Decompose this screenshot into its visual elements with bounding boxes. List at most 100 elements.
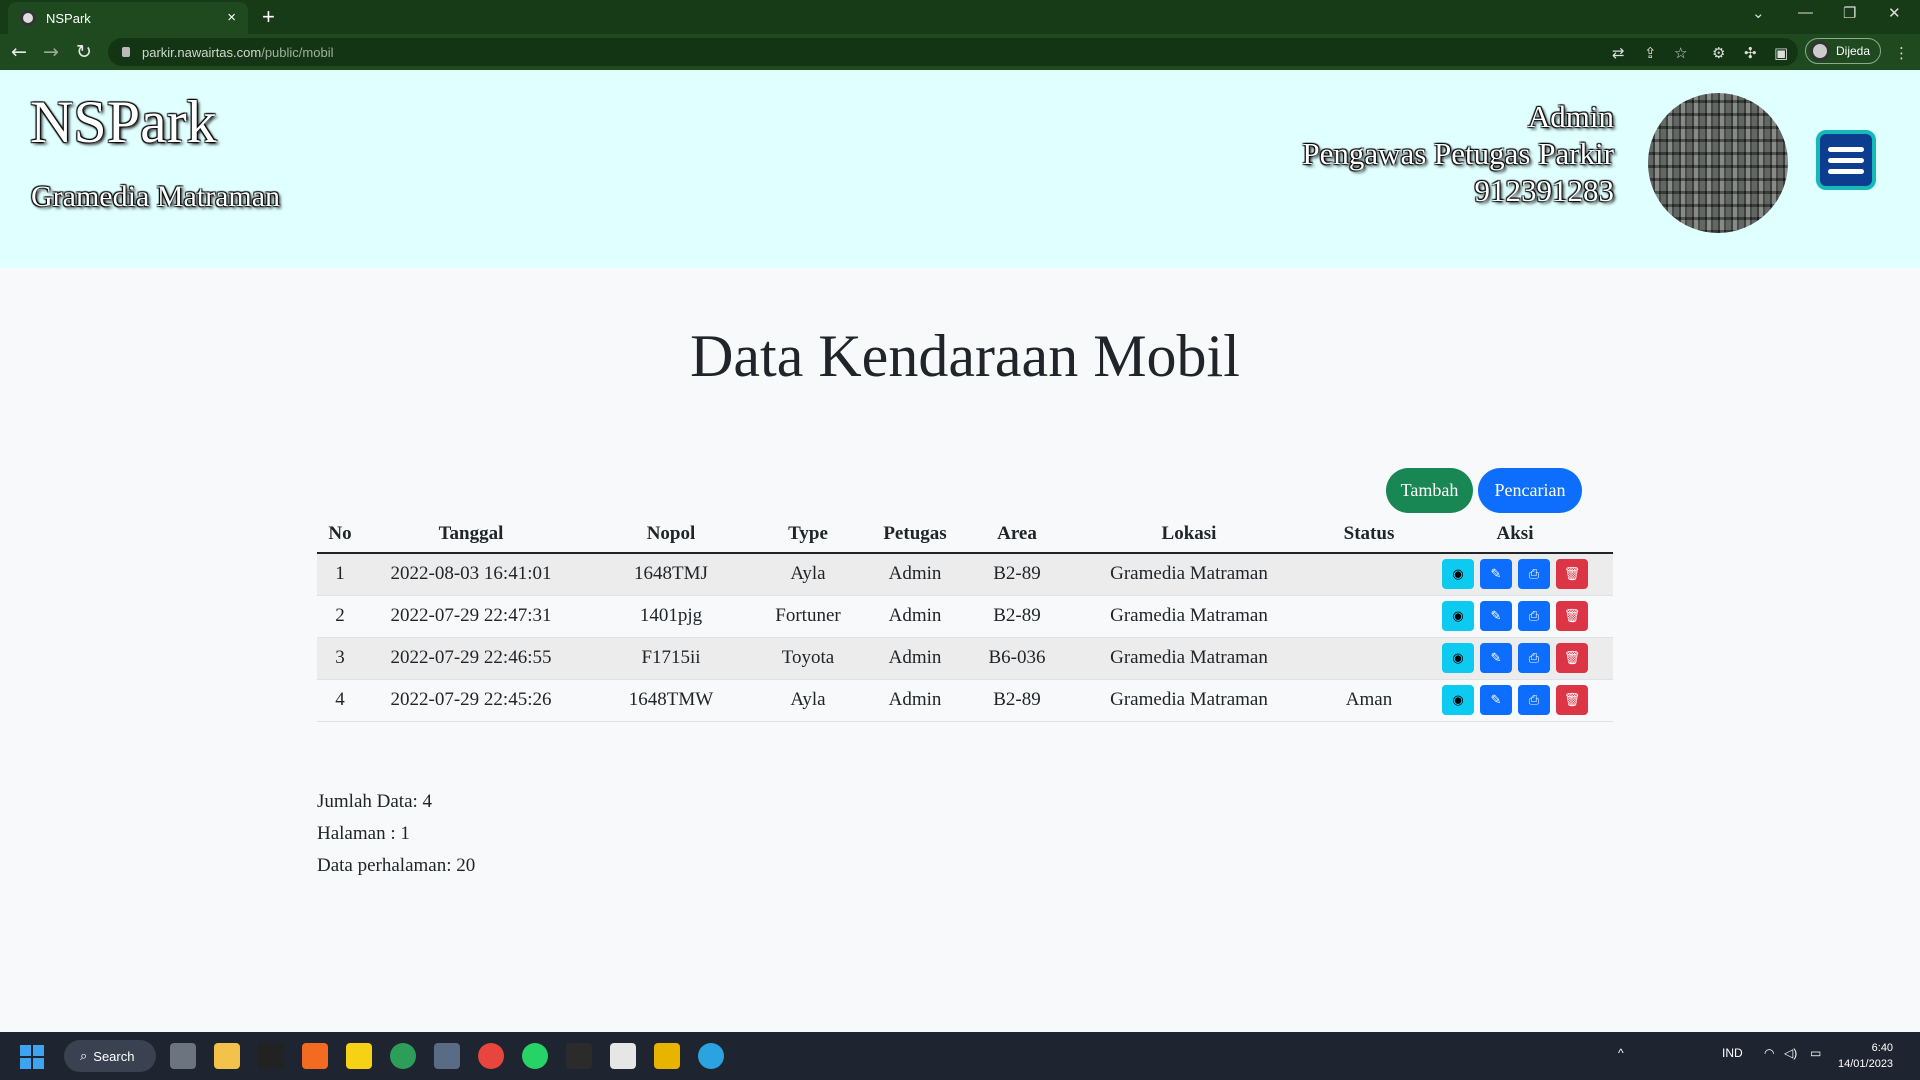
taskbar-search-label: Search xyxy=(93,1048,135,1064)
col-aksi: Aksi xyxy=(1417,515,1613,554)
cell-status xyxy=(1321,637,1417,680)
minimize-icon[interactable]: — xyxy=(1798,4,1813,21)
eye-icon: ◉ xyxy=(1452,566,1464,582)
volume-icon[interactable]: ◁) xyxy=(1784,1046,1797,1060)
puzzle-icon[interactable]: ✣ xyxy=(1744,44,1757,62)
url-host: parkir.nawairtas.com xyxy=(142,44,262,60)
warning-icon[interactable] xyxy=(654,1043,680,1069)
calculator-icon[interactable] xyxy=(434,1043,460,1069)
view-button[interactable]: ◉ xyxy=(1442,559,1474,590)
delete-button[interactable]: 🗑 xyxy=(1556,643,1588,673)
new-tab-button[interactable]: + xyxy=(262,4,275,30)
summary-per-page: Data perhalaman: 20 xyxy=(317,855,476,876)
cell-nopol: 1648TMJ xyxy=(579,553,763,596)
more-menu-icon[interactable]: ⋮ xyxy=(1894,44,1909,62)
share-icon[interactable]: ⇪ xyxy=(1644,44,1657,62)
cell-aksi: ◉ ✎ ⎙ 🗑 xyxy=(1417,553,1613,596)
app-icon[interactable] xyxy=(258,1043,284,1069)
system-clock[interactable]: 6:40 14/01/2023 xyxy=(1838,1040,1893,1072)
close-window-icon[interactable]: ✕ xyxy=(1888,4,1901,22)
browser-tab[interactable]: NSPark × xyxy=(8,2,248,34)
close-tab-icon[interactable]: × xyxy=(227,9,236,26)
col-status: Status xyxy=(1321,515,1417,554)
edge-icon[interactable] xyxy=(390,1043,416,1069)
sticky-notes-icon[interactable] xyxy=(346,1043,372,1069)
reload-icon[interactable]: ↻ xyxy=(76,41,92,63)
telegram-icon[interactable] xyxy=(698,1043,724,1069)
edit-button[interactable]: ✎ xyxy=(1480,685,1512,715)
cell-lokasi: Gramedia Matraman xyxy=(1057,553,1321,596)
terminal-icon[interactable] xyxy=(566,1043,592,1069)
taskbar-search[interactable]: ⌕ Search xyxy=(64,1040,156,1072)
cell-petugas: Admin xyxy=(853,679,977,722)
lock-icon xyxy=(122,47,130,57)
user-role: Admin xyxy=(1527,99,1614,134)
print-button[interactable]: ⎙ xyxy=(1518,559,1550,590)
tab-search-icon[interactable]: ⌄ xyxy=(1752,4,1765,22)
cell-tanggal: 2022-07-29 22:45:26 xyxy=(363,679,579,722)
wifi-icon[interactable]: ◠ xyxy=(1764,1046,1774,1060)
restore-icon[interactable]: ❐ xyxy=(1843,4,1856,22)
print-button[interactable]: ⎙ xyxy=(1518,601,1550,631)
xampp-icon[interactable] xyxy=(302,1043,328,1069)
back-icon[interactable]: ← xyxy=(11,41,27,63)
address-bar[interactable]: parkir.nawairtas.com/public/mobil xyxy=(108,38,1798,66)
edit-button[interactable]: ✎ xyxy=(1480,601,1512,631)
print-icon: ⎙ xyxy=(1528,566,1540,582)
whatsapp-icon[interactable] xyxy=(522,1043,548,1069)
col-tanggal: Tanggal xyxy=(363,515,579,554)
brand-title[interactable]: NSPark xyxy=(30,88,217,157)
view-button[interactable]: ◉ xyxy=(1442,685,1474,715)
tray-chevron-icon[interactable]: ^ xyxy=(1618,1046,1624,1060)
cell-nopol: 1648TMW xyxy=(579,679,763,722)
hamburger-menu-button[interactable] xyxy=(1816,130,1876,190)
cell-area: B2-89 xyxy=(977,553,1057,596)
task-view-icon[interactable] xyxy=(170,1043,196,1069)
eye-icon: ◉ xyxy=(1452,650,1464,666)
delete-button[interactable]: 🗑 xyxy=(1556,601,1588,631)
col-area: Area xyxy=(977,515,1057,554)
view-button[interactable]: ◉ xyxy=(1442,601,1474,631)
notepad-icon[interactable] xyxy=(610,1043,636,1069)
avatar[interactable] xyxy=(1648,93,1788,233)
cell-tanggal: 2022-08-03 16:41:01 xyxy=(363,553,579,596)
chrome-icon[interactable] xyxy=(478,1043,504,1069)
user-edit-icon: ✎ xyxy=(1490,608,1502,624)
profile-button[interactable]: Dijeda xyxy=(1805,38,1881,64)
battery-icon[interactable]: ▭ xyxy=(1810,1046,1821,1060)
col-no: No xyxy=(317,515,363,554)
col-petugas: Petugas xyxy=(853,515,977,554)
add-button[interactable]: Tambah xyxy=(1386,468,1473,513)
print-button[interactable]: ⎙ xyxy=(1518,643,1550,673)
view-button[interactable]: ◉ xyxy=(1442,643,1474,673)
delete-button[interactable]: 🗑 xyxy=(1556,559,1588,590)
search-button[interactable]: Pencarian xyxy=(1478,468,1582,513)
print-button[interactable]: ⎙ xyxy=(1518,685,1550,715)
search-icon: ⌕ xyxy=(80,1048,88,1063)
forward-icon[interactable]: → xyxy=(43,41,59,63)
bookmark-star-icon[interactable]: ☆ xyxy=(1674,44,1687,62)
edit-button[interactable]: ✎ xyxy=(1480,559,1512,590)
table-row: 2 2022-07-29 22:47:31 1401pjg Fortuner A… xyxy=(317,595,1613,638)
extension-icon[interactable]: ⚙ xyxy=(1712,44,1725,62)
taskbar: ⌕ Search ^ IND ◠ ◁) ▭ 6:40 14/01/2023 xyxy=(0,1032,1920,1080)
print-icon: ⎙ xyxy=(1528,608,1540,624)
cell-nopol: F1715ii xyxy=(579,637,763,680)
col-nopol: Nopol xyxy=(579,515,763,554)
cell-type: Ayla xyxy=(763,553,853,596)
delete-button[interactable]: 🗑 xyxy=(1556,685,1588,715)
cell-tanggal: 2022-07-29 22:46:55 xyxy=(363,637,579,680)
cell-no: 3 xyxy=(317,637,363,680)
edit-button[interactable]: ✎ xyxy=(1480,643,1512,673)
menu-bar-icon xyxy=(1828,146,1864,152)
windows-start-icon[interactable] xyxy=(20,1045,44,1069)
print-icon: ⎙ xyxy=(1528,650,1540,666)
file-explorer-icon[interactable] xyxy=(214,1043,240,1069)
side-panel-icon[interactable]: ▣ xyxy=(1774,44,1788,62)
table-row: 1 2022-08-03 16:41:01 1648TMJ Ayla Admin… xyxy=(317,553,1613,596)
language-indicator[interactable]: IND xyxy=(1722,1046,1743,1060)
branch-name: Gramedia Matraman xyxy=(31,180,281,213)
clock-date: 14/01/2023 xyxy=(1838,1058,1894,1070)
col-lokasi: Lokasi xyxy=(1057,515,1321,554)
translate-icon[interactable]: ⇄ xyxy=(1612,44,1625,62)
